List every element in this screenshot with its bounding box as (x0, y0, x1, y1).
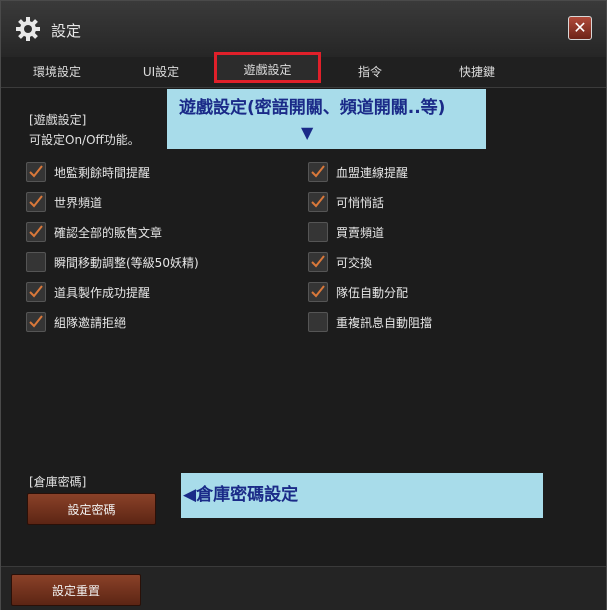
option-label: 道具製作成功提醒 (54, 286, 151, 300)
checkmark-icon (29, 285, 43, 298)
checkmark-icon (311, 165, 325, 178)
option-label: 世界頻道 (54, 196, 103, 210)
warehouse-section-label: [倉庫密碼] (29, 475, 87, 489)
option-checkbox[interactable] (308, 312, 328, 332)
set-password-button[interactable]: 設定密碼 (27, 493, 156, 525)
option-label: 隊伍自動分配 (336, 286, 409, 300)
down-arrow-icon: ▼ (301, 123, 314, 142)
annotation-game-settings: 遊戲設定(密語開關、頻道開關..等) ▼ (167, 89, 486, 149)
annotation-warehouse-password-text: ◀倉庫密碼設定 (183, 485, 299, 505)
checkmark-icon (311, 285, 325, 298)
checkmark-icon (311, 195, 325, 208)
annotation-warehouse-password: ◀倉庫密碼設定 (181, 473, 543, 518)
annotation-game-settings-text: 遊戲設定(密語開關、頻道開關..等) (179, 98, 446, 118)
game-section-description: 可設定On/Off功能。 (29, 133, 140, 147)
option-label: 血盟連線提醒 (336, 166, 409, 180)
option-label: 組隊邀請拒絕 (54, 316, 127, 330)
option-label: 確認全部的販售文章 (54, 226, 163, 240)
option-label: 瞬間移動調整(等級50妖精) (54, 256, 199, 270)
option-checkbox[interactable] (308, 282, 328, 302)
checkmark-icon (29, 225, 43, 238)
option-checkbox[interactable] (308, 252, 328, 272)
option-checkbox[interactable] (26, 162, 46, 182)
gear-icon (16, 17, 40, 41)
option-checkbox[interactable] (26, 192, 46, 212)
option-label: 可悄悄話 (336, 196, 385, 210)
checkmark-icon (29, 195, 43, 208)
option-label: 可交換 (336, 256, 373, 270)
option-checkbox[interactable] (26, 312, 46, 332)
option-label: 買賣頻道 (336, 226, 385, 240)
option-checkbox[interactable] (26, 252, 46, 272)
tab-commands[interactable]: 指令 (337, 59, 403, 85)
tab-game-settings[interactable]: 遊戲設定 (214, 52, 321, 83)
checkmark-icon (311, 255, 325, 268)
option-label: 地監剩餘時間提醒 (54, 166, 151, 180)
tab-bar: 環境設定 UI設定 遊戲設定 指令 快捷鍵 (1, 52, 606, 88)
option-checkbox[interactable] (308, 162, 328, 182)
option-checkbox[interactable] (26, 282, 46, 302)
window-title: 設定 (51, 22, 82, 40)
settings-window: 設定 ✕ 環境設定 UI設定 遊戲設定 指令 快捷鍵 [遊戲設定] 可設定On/… (0, 0, 607, 610)
option-label: 重複訊息自動阻擋 (336, 316, 433, 330)
checkmark-icon (29, 165, 43, 178)
tab-environment-settings[interactable]: 環境設定 (19, 59, 95, 85)
close-icon: ✕ (573, 18, 587, 37)
game-section-label: [遊戲設定] (29, 113, 87, 127)
option-checkbox[interactable] (308, 222, 328, 242)
title-bar: 設定 ✕ (1, 1, 606, 58)
option-checkbox[interactable] (308, 192, 328, 212)
tab-hotkeys[interactable]: 快捷鍵 (439, 59, 515, 85)
tab-ui-settings[interactable]: UI設定 (123, 59, 199, 85)
option-checkbox[interactable] (26, 222, 46, 242)
reset-settings-button[interactable]: 設定重置 (11, 574, 141, 606)
close-button[interactable]: ✕ (568, 16, 592, 40)
checkmark-icon (29, 315, 43, 328)
